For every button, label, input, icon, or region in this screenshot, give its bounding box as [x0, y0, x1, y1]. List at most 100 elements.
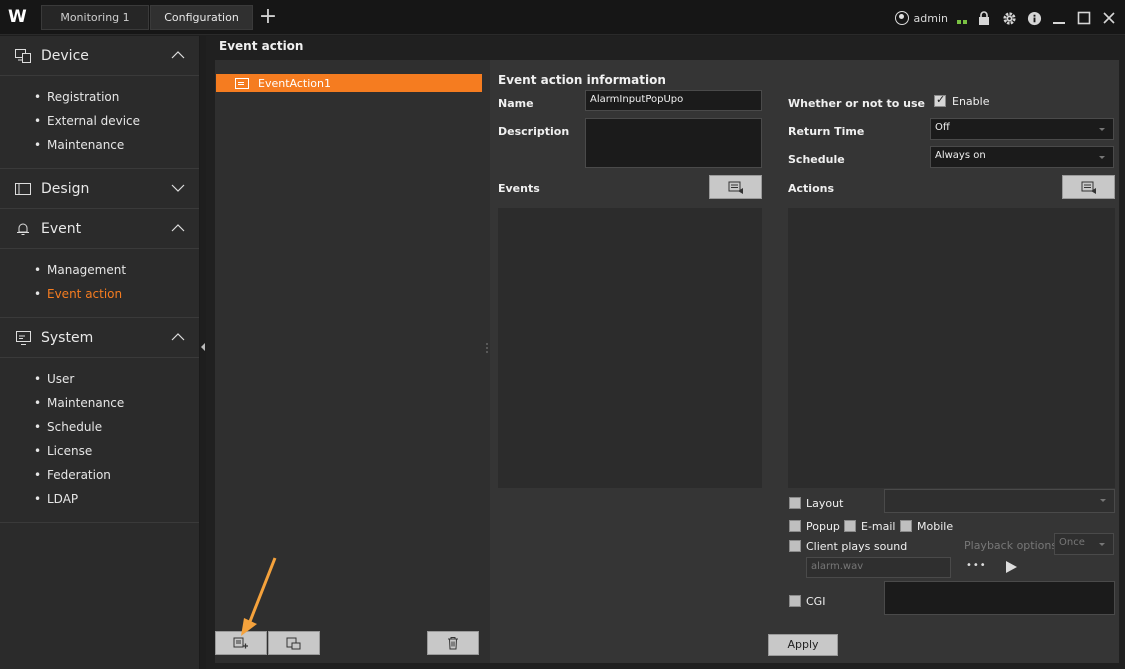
sidebar-item-event-action[interactable]: Event action: [34, 283, 199, 307]
cgi-checkbox[interactable]: [789, 595, 801, 607]
cgi-field[interactable]: [884, 581, 1115, 615]
minimize-icon[interactable]: [1051, 10, 1067, 26]
enable-checkbox[interactable]: [934, 93, 946, 107]
sidebar-section-label: Design: [41, 180, 90, 197]
app-logo: W: [8, 7, 27, 27]
chevron-up-icon[interactable]: [171, 330, 185, 344]
client-sound-label: Client plays sound: [806, 540, 908, 553]
connection-status-icon: [957, 12, 967, 24]
plus-icon[interactable]: +: [257, 5, 279, 30]
sidebar-item-ldap[interactable]: LDAP: [34, 488, 199, 512]
return-time-select[interactable]: Off: [930, 118, 1114, 140]
sidebar-system-items: User Maintenance Schedule License Federa…: [0, 358, 199, 523]
playback-options-label: Playback options: [964, 539, 1058, 552]
dropdown-arrow-icon: [1099, 128, 1105, 131]
mobile-label: Mobile: [917, 520, 954, 533]
sidebar-section-event[interactable]: Event: [0, 209, 199, 249]
email-checkbox[interactable]: [844, 520, 856, 532]
sidebar-section-design[interactable]: Design: [0, 169, 199, 209]
sidebar-section-system[interactable]: System: [0, 318, 199, 358]
edit-actions-button[interactable]: [1062, 175, 1115, 199]
sidebar-item-user[interactable]: User: [34, 368, 199, 392]
sidebar-device-items: Registration External device Maintenance: [0, 76, 199, 169]
sidebar-item-maintenance[interactable]: Maintenance: [34, 392, 199, 416]
top-bar: W Monitoring 1 Configuration + admin: [0, 0, 1125, 35]
sidebar-item-license[interactable]: License: [34, 440, 199, 464]
cgi-label: CGI: [806, 595, 826, 608]
name-field[interactable]: AlarmInputPopUpo: [585, 90, 762, 111]
chevron-up-icon[interactable]: [171, 48, 185, 62]
copy-icon: [286, 637, 301, 649]
maximize-icon[interactable]: [1076, 10, 1092, 26]
dropdown-arrow-icon: [1099, 156, 1105, 159]
event-action-list: EventAction1: [215, 60, 490, 618]
delete-event-action-button[interactable]: [427, 631, 479, 655]
sidebar-item-federation[interactable]: Federation: [34, 464, 199, 488]
sidebar-section-label: System: [41, 329, 94, 346]
user-icon: [894, 11, 909, 25]
bell-icon: [14, 222, 32, 236]
play-icon[interactable]: [1004, 560, 1018, 574]
schedule-select[interactable]: Always on: [930, 146, 1114, 168]
sidebar-item-schedule[interactable]: Schedule: [34, 416, 199, 440]
popup-checkbox[interactable]: [789, 520, 801, 532]
page-title: Event action: [219, 39, 304, 53]
layout-checkbox[interactable]: [789, 497, 801, 509]
sidebar-item-registration[interactable]: Registration: [34, 86, 199, 110]
gear-icon[interactable]: [1001, 10, 1017, 26]
apply-button[interactable]: Apply: [768, 634, 838, 656]
actions-label: Actions: [788, 182, 834, 195]
layout-label: Layout: [806, 497, 844, 510]
top-right-controls: admin: [894, 8, 1117, 28]
list-item-label: EventAction1: [258, 76, 331, 90]
return-time-label: Return Time: [788, 125, 865, 138]
playback-options-select[interactable]: Once: [1054, 533, 1114, 555]
lock-icon[interactable]: [976, 10, 992, 26]
layout-select[interactable]: [884, 489, 1115, 513]
popup-label: Popup: [806, 520, 840, 533]
description-field[interactable]: [585, 118, 762, 168]
events-list[interactable]: [498, 208, 762, 488]
return-time-value: Off: [935, 122, 950, 133]
sidebar-item-management[interactable]: Management: [34, 259, 199, 283]
chevron-down-icon[interactable]: [171, 181, 185, 195]
email-label: E-mail: [861, 520, 896, 533]
trash-icon: [448, 637, 458, 650]
info-title: Event action information: [498, 73, 666, 87]
tab-monitoring[interactable]: Monitoring 1: [41, 5, 149, 30]
list-item[interactable]: EventAction1: [216, 74, 482, 92]
system-icon: [14, 330, 32, 345]
client-sound-checkbox[interactable]: [789, 540, 801, 552]
sidebar-section-device[interactable]: Device: [0, 36, 199, 76]
design-icon: [14, 182, 32, 196]
sidebar-section-label: Device: [41, 47, 89, 64]
sidebar-item-external-device[interactable]: External device: [34, 110, 199, 134]
main-content: Event action EventAction1 Event action i…: [206, 36, 1125, 669]
splitter-handle[interactable]: [485, 341, 489, 355]
sound-file-field[interactable]: alarm.wav: [806, 557, 951, 578]
dropdown-arrow-icon: [1100, 499, 1106, 502]
name-label: Name: [498, 97, 534, 110]
chevron-up-icon[interactable]: [171, 221, 185, 235]
device-icon: [14, 48, 32, 63]
enable-label: Enable: [952, 95, 990, 108]
tab-configuration[interactable]: Configuration: [150, 5, 253, 30]
edit-list-icon: [1081, 181, 1096, 194]
sidebar: Device Registration External device Main…: [0, 36, 200, 669]
user-menu[interactable]: admin: [894, 11, 948, 25]
info-icon[interactable]: [1026, 10, 1042, 26]
sidebar-item-maintenance[interactable]: Maintenance: [34, 134, 199, 158]
description-label: Description: [498, 125, 570, 138]
actions-list[interactable]: [788, 208, 1115, 488]
sidebar-event-items: Management Event action: [0, 249, 199, 318]
schedule-value: Always on: [935, 150, 986, 161]
playback-value: Once: [1059, 537, 1085, 548]
close-icon[interactable]: [1101, 10, 1117, 26]
mobile-checkbox[interactable]: [900, 520, 912, 532]
edit-list-icon: [728, 181, 743, 194]
sidebar-section-label: Event: [41, 220, 82, 237]
event-action-info-panel: Event action information Name AlarmInput…: [490, 60, 1119, 663]
edit-events-button[interactable]: [709, 175, 762, 199]
browse-sound-button[interactable]: •••: [966, 560, 987, 571]
annotation-arrow-icon: [241, 557, 277, 636]
